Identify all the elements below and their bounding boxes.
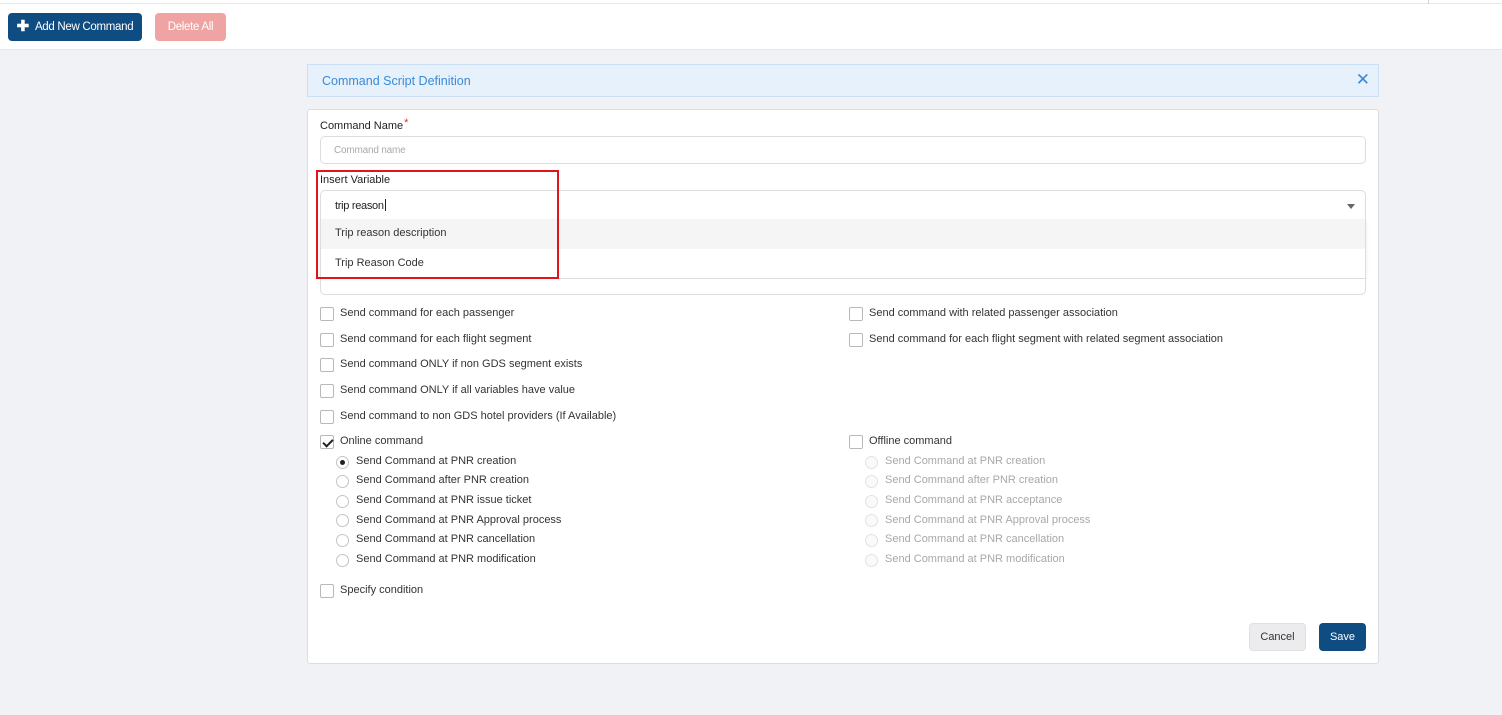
radio-label: Send Command at PNR Approval process <box>885 514 1091 526</box>
radio-label: Send Command at PNR modification <box>885 553 1065 565</box>
checkbox-segment-association[interactable] <box>849 333 863 347</box>
panel-title: Command Script Definition <box>322 74 471 88</box>
specify-condition-label: Specify condition <box>340 584 424 596</box>
insert-variable-dropdown: Trip reason description Trip Reason Code <box>320 219 1366 279</box>
option-label: Send command for each flight segment wit… <box>869 333 1224 345</box>
checkbox-all-variables[interactable] <box>320 384 334 398</box>
panel-header: Command Script Definition ✕ <box>307 64 1379 97</box>
checkbox-non-gds-hotel[interactable] <box>320 410 334 424</box>
radio-offline-approval[interactable] <box>865 514 878 527</box>
save-button[interactable]: Save <box>1319 623 1366 651</box>
add-new-command-label: Add New Command <box>34 21 134 33</box>
dropdown-option[interactable]: Trip reason description <box>321 219 1365 249</box>
radio-label: Send Command after PNR creation <box>885 474 1059 486</box>
text-cursor <box>384 199 386 211</box>
cancel-button[interactable]: Cancel <box>1249 623 1306 651</box>
radio-offline-modification[interactable] <box>865 554 878 567</box>
offline-command-label: Offline command <box>869 435 952 447</box>
option-label: Send command to non GDS hotel providers … <box>340 410 617 422</box>
insert-variable-label: Insert Variable <box>320 174 391 186</box>
radio-label: Send Command at PNR Approval process <box>356 514 562 526</box>
insert-variable-search-text[interactable]: trip reason <box>335 199 386 212</box>
option-label: Send command ONLY if non GDS segment exi… <box>340 358 583 370</box>
radio-offline-cancellation[interactable] <box>865 534 878 547</box>
toolbar-divider <box>0 3 1502 4</box>
checkbox-passenger-association[interactable] <box>849 307 863 321</box>
radio-offline-after-pnr-creation[interactable] <box>865 475 878 488</box>
plus-icon: ✚ <box>16 18 30 35</box>
radio-label: Send Command after PNR creation <box>356 474 530 486</box>
radio-label: Send Command at PNR cancellation <box>356 533 536 545</box>
script-field-edge <box>320 279 1366 295</box>
radio-online-pnr-creation[interactable] <box>336 456 349 469</box>
option-label: Send command with related passenger asso… <box>869 307 1118 319</box>
radio-online-approval[interactable] <box>336 514 349 527</box>
radio-label: Send Command at PNR creation <box>356 455 517 467</box>
radio-label: Send Command at PNR issue ticket <box>356 494 532 506</box>
add-new-command-button[interactable]: ✚ Add New Command <box>8 13 142 41</box>
online-command-label: Online command <box>340 435 424 447</box>
option-label: Send command ONLY if all variables have … <box>340 384 575 396</box>
checkbox-online-command[interactable] <box>320 435 334 449</box>
checkbox-specify-condition[interactable] <box>320 584 334 598</box>
checkbox-non-gds-segment[interactable] <box>320 358 334 372</box>
radio-label: Send Command at PNR acceptance <box>885 494 1063 506</box>
required-mark: * <box>404 117 409 129</box>
option-label: Send command for each flight segment <box>340 333 532 345</box>
option-label: Send command for each passenger <box>340 307 515 319</box>
radio-label: Send Command at PNR creation <box>885 455 1046 467</box>
close-icon[interactable]: ✕ <box>1356 71 1370 88</box>
toolbar-tick <box>1428 0 1429 4</box>
insert-variable-select[interactable]: trip reason <box>320 190 1366 220</box>
radio-label: Send Command at PNR modification <box>356 553 536 565</box>
radio-online-modification[interactable] <box>336 554 349 567</box>
radio-online-after-pnr-creation[interactable] <box>336 475 349 488</box>
radio-online-issue-ticket[interactable] <box>336 495 349 508</box>
delete-all-button[interactable]: Delete All <box>155 13 226 41</box>
chevron-down-icon[interactable] <box>1347 204 1355 209</box>
top-toolbar: ✚ Add New Command Delete All <box>0 0 1502 50</box>
command-name-input[interactable] <box>320 136 1366 164</box>
radio-label: Send Command at PNR cancellation <box>885 533 1065 545</box>
dropdown-option[interactable]: Trip Reason Code <box>321 249 1365 279</box>
command-name-label: Command Name* <box>320 117 409 132</box>
checkbox-each-flight-segment[interactable] <box>320 333 334 347</box>
radio-offline-pnr-creation[interactable] <box>865 456 878 469</box>
checkbox-each-passenger[interactable] <box>320 307 334 321</box>
radio-offline-acceptance[interactable] <box>865 495 878 508</box>
radio-online-cancellation[interactable] <box>336 534 349 547</box>
checkbox-offline-command[interactable] <box>849 435 863 449</box>
